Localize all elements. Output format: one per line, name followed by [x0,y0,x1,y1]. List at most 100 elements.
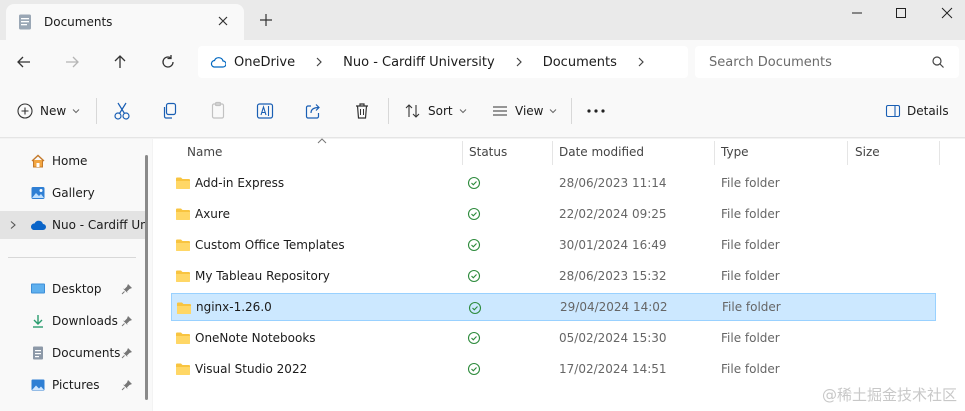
chevron-right-icon[interactable] [8,220,18,230]
toolbar-divider [96,98,97,124]
table-row-selected[interactable]: nginx-1.26.0 29/04/2024 14:02 File folde… [171,293,936,321]
watermark: @稀土掘金技术社区 [821,386,957,404]
column-divider[interactable] [939,141,940,165]
paste-icon[interactable] [209,100,227,122]
column-name-label: Name [187,145,223,159]
file-name: nginx-1.26.0 [196,300,272,314]
gallery-icon [31,187,45,199]
sort-button[interactable]: Sort [404,100,467,122]
column-type-label: Type [721,145,749,159]
documents-app-icon [19,14,31,30]
file-type: File folder [721,238,780,252]
refresh-icon[interactable] [158,52,178,72]
table-row[interactable]: OneNote Notebooks 05/02/2024 15:30 File … [171,324,936,352]
close-tab-icon[interactable] [216,14,230,28]
column-header-date-modified[interactable]: Date modified [559,139,709,165]
column-size-label: Size [855,145,880,159]
search-icon[interactable] [931,55,945,69]
column-divider[interactable] [552,141,553,165]
rename-icon[interactable] [256,100,274,122]
column-header-name[interactable]: Name [187,139,457,165]
nav-divider [8,257,136,258]
new-tab-icon[interactable] [258,12,274,28]
table-row[interactable]: Visual Studio 2022 17/02/2024 14:51 File… [171,355,936,383]
file-name: Add-in Express [195,176,285,190]
copy-icon[interactable] [161,100,179,122]
details-pane-icon [885,104,901,118]
chevron-right-icon[interactable] [313,56,325,68]
file-date: 29/04/2024 14:02 [560,300,668,314]
table-row[interactable]: My Tableau Repository 28/06/2023 15:32 F… [171,262,936,290]
minimize-icon[interactable] [850,6,864,20]
pin-icon[interactable] [121,379,133,391]
view-lines-icon [493,106,507,116]
sidebar-item-onedrive[interactable]: Nuo - Cardiff University [0,211,145,239]
address-bar[interactable]: OneDrive Nuo - Cardiff University Docume… [198,46,688,78]
breadcrumb-documents[interactable]: Documents [543,55,617,70]
sidebar-item-home[interactable]: Home [0,147,145,175]
sidebar-item-desktop[interactable]: Desktop [0,275,145,303]
synced-check-icon [467,331,481,345]
close-window-icon[interactable] [940,6,954,20]
file-type: File folder [721,269,780,283]
column-header-type[interactable]: Type [721,139,841,165]
file-name: Custom Office Templates [195,238,345,252]
share-icon[interactable] [304,100,322,122]
nav-scrollbar[interactable] [145,155,148,400]
breadcrumb-cardiff[interactable]: Nuo - Cardiff University [343,55,495,70]
synced-check-icon [467,176,481,190]
file-name: OneNote Notebooks [195,331,316,345]
onedrive-cloud-icon [210,57,226,68]
navigation-pane: Home Gallery Nuo - Cardiff University De… [0,139,152,411]
chevron-down-icon [72,109,80,114]
maximize-icon[interactable] [894,6,908,20]
tab-documents[interactable]: Documents [6,4,244,40]
up-arrow-icon[interactable] [110,52,130,72]
column-status-label: Status [469,145,508,159]
table-row[interactable]: Axure 22/02/2024 09:25 File folder [171,200,936,228]
sidebar-item-label: Nuo - Cardiff University [52,218,145,232]
column-header-status[interactable]: Status [469,139,549,165]
breadcrumb-onedrive[interactable]: OneDrive [234,55,295,70]
file-date: 05/02/2024 15:30 [559,331,667,345]
view-button[interactable]: View [491,100,557,122]
details-label: Details [907,104,949,118]
navigation-bar: OneDrive Nuo - Cardiff University Docume… [0,40,965,84]
pin-icon[interactable] [121,315,133,327]
column-divider[interactable] [714,141,715,165]
synced-check-icon [467,362,481,376]
sidebar-item-documents[interactable]: Documents [0,339,145,367]
synced-check-icon [467,269,481,283]
pictures-icon [31,379,45,391]
folder-icon [176,270,190,282]
chevron-right-icon[interactable] [513,56,525,68]
toolbar-divider [388,98,389,124]
more-options-icon[interactable] [586,100,606,122]
column-divider[interactable] [462,141,463,165]
delete-icon[interactable] [353,100,371,122]
table-row[interactable]: Custom Office Templates 30/01/2024 16:49… [171,231,936,259]
table-row[interactable]: Add-in Express 28/06/2023 11:14 File fol… [171,169,936,197]
forward-arrow-icon[interactable] [62,52,82,72]
search-box[interactable] [695,46,959,78]
sidebar-item-downloads[interactable]: Downloads [0,307,145,335]
command-bar: New Sort View Details [0,84,965,138]
sidebar-item-gallery[interactable]: Gallery [0,179,145,207]
search-input[interactable] [709,54,929,70]
file-date: 17/02/2024 14:51 [559,362,667,376]
new-button[interactable]: New [16,100,80,122]
file-name: Visual Studio 2022 [195,362,308,376]
column-header-size[interactable]: Size [855,139,935,165]
cut-icon[interactable] [113,100,131,122]
sidebar-item-pictures[interactable]: Pictures [0,371,145,399]
details-button[interactable]: Details [885,100,949,122]
pin-icon[interactable] [121,283,133,295]
pin-icon[interactable] [121,347,133,359]
back-arrow-icon[interactable] [14,52,34,72]
column-divider[interactable] [847,141,848,165]
chevron-right-icon[interactable] [635,56,647,68]
file-type: File folder [721,207,780,221]
file-list: Name Status Date modified Type Size Add-… [153,138,965,411]
new-label: New [40,104,67,118]
onedrive-cloud-icon [30,220,46,230]
